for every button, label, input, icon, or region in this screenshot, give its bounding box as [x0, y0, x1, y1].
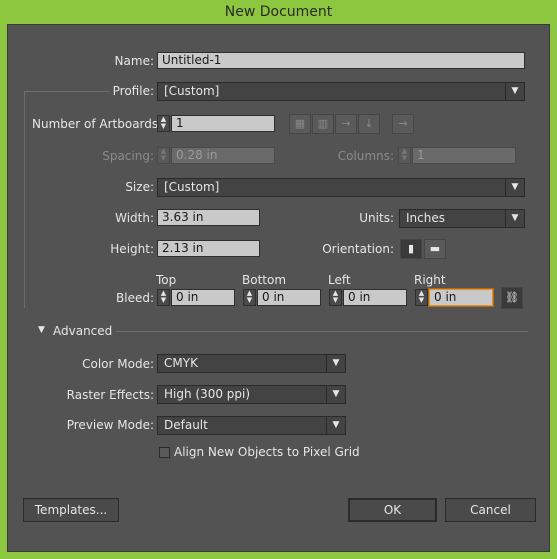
- preview-mode-value: Default: [164, 418, 208, 432]
- color-mode-label: Color Mode:: [82, 357, 154, 371]
- portrait-icon[interactable]: ▮: [400, 239, 422, 259]
- spacing-input: 0.28 in: [171, 147, 275, 164]
- size-label: Size:: [125, 180, 154, 194]
- bleed-left-label: Left: [328, 273, 351, 287]
- raster-effects-value: High (300 ppi): [164, 387, 251, 401]
- height-label: Height:: [110, 242, 154, 256]
- width-input[interactable]: 3.63 in: [157, 209, 260, 226]
- triangle-down-icon[interactable]: ▼: [38, 325, 45, 335]
- bleed-right-stepper[interactable]: ▲ ▼: [415, 289, 428, 306]
- grid-by-column-icon[interactable]: ▥: [312, 114, 334, 134]
- bleed-top-label: Top: [156, 273, 177, 287]
- color-mode-value: CMYK: [164, 356, 198, 370]
- cancel-button[interactable]: Cancel: [445, 498, 536, 522]
- bleed-top-input[interactable]: 0 in: [171, 289, 235, 306]
- bleed-label: Bleed:: [116, 291, 154, 305]
- chevron-down-icon: ▼: [326, 417, 345, 434]
- new-document-dialog: Name: Untitled-1 Profile: [Custom] ▼ Num…: [7, 24, 550, 552]
- profile-value: [Custom]: [164, 84, 220, 98]
- units-value: Inches: [406, 211, 445, 225]
- orientation-label: Orientation:: [322, 242, 394, 256]
- size-select[interactable]: [Custom] ▼: [157, 178, 525, 197]
- artboards-label: Number of Artboards:: [32, 117, 163, 131]
- bleed-top-stepper[interactable]: ▲ ▼: [157, 289, 170, 306]
- arrange-by-row-icon[interactable]: →: [335, 114, 357, 134]
- spacing-stepper: ▲ ▼: [157, 147, 170, 164]
- bleed-left-stepper[interactable]: ▲ ▼: [329, 289, 342, 306]
- group-divider: [24, 91, 109, 92]
- name-input[interactable]: Untitled-1: [157, 52, 525, 69]
- link-icon[interactable]: ⛓: [501, 287, 523, 309]
- name-label: Name:: [114, 54, 154, 68]
- preview-mode-select[interactable]: Default ▼: [157, 416, 346, 435]
- ok-button[interactable]: OK: [348, 498, 437, 522]
- preview-mode-label: Preview Mode:: [66, 418, 154, 432]
- bleed-right-label: Right: [414, 273, 446, 287]
- raster-effects-select[interactable]: High (300 ppi) ▼: [157, 385, 346, 404]
- align-pixel-grid-label[interactable]: Align New Objects to Pixel Grid: [174, 445, 360, 459]
- artboards-stepper[interactable]: ▲ ▼: [157, 115, 170, 132]
- bleed-bottom-stepper[interactable]: ▲ ▼: [243, 289, 256, 306]
- color-mode-select[interactable]: CMYK ▼: [157, 354, 346, 373]
- window-title: New Document: [224, 4, 333, 20]
- bleed-right-input[interactable]: 0 in: [429, 289, 493, 306]
- align-pixel-grid-checkbox[interactable]: [159, 447, 170, 458]
- units-label: Units:: [359, 211, 394, 225]
- grid-by-row-icon[interactable]: ▦: [289, 114, 311, 134]
- arrange-by-column-icon[interactable]: ↓: [358, 114, 380, 134]
- chevron-down-icon: ▼: [505, 179, 524, 196]
- bleed-left-input[interactable]: 0 in: [343, 289, 407, 306]
- units-select[interactable]: Inches ▼: [399, 209, 525, 228]
- profile-select[interactable]: [Custom] ▼: [157, 82, 525, 101]
- bleed-bottom-label: Bottom: [242, 273, 287, 287]
- spacing-label: Spacing:: [102, 149, 154, 163]
- height-input[interactable]: 2.13 in: [157, 240, 260, 257]
- width-label: Width:: [115, 211, 154, 225]
- landscape-icon[interactable]: ▬: [424, 239, 446, 259]
- group-divider: [24, 91, 25, 308]
- columns-label: Columns:: [337, 149, 394, 163]
- chevron-down-icon: ▼: [326, 355, 345, 372]
- raster-effects-label: Raster Effects:: [66, 388, 154, 402]
- size-value: [Custom]: [164, 180, 220, 194]
- chevron-down-icon: ▼: [326, 386, 345, 403]
- advanced-toggle[interactable]: Advanced: [53, 324, 112, 338]
- right-to-left-icon[interactable]: →: [392, 114, 414, 134]
- templates-button[interactable]: Templates...: [23, 498, 119, 522]
- chevron-down-icon: ▼: [505, 210, 524, 227]
- columns-input: 1: [412, 147, 516, 164]
- bleed-bottom-input[interactable]: 0 in: [257, 289, 321, 306]
- advanced-divider: [116, 331, 528, 332]
- artboards-input[interactable]: 1: [171, 115, 275, 132]
- chevron-down-icon: ▼: [505, 83, 524, 100]
- columns-stepper: ▲ ▼: [398, 147, 411, 164]
